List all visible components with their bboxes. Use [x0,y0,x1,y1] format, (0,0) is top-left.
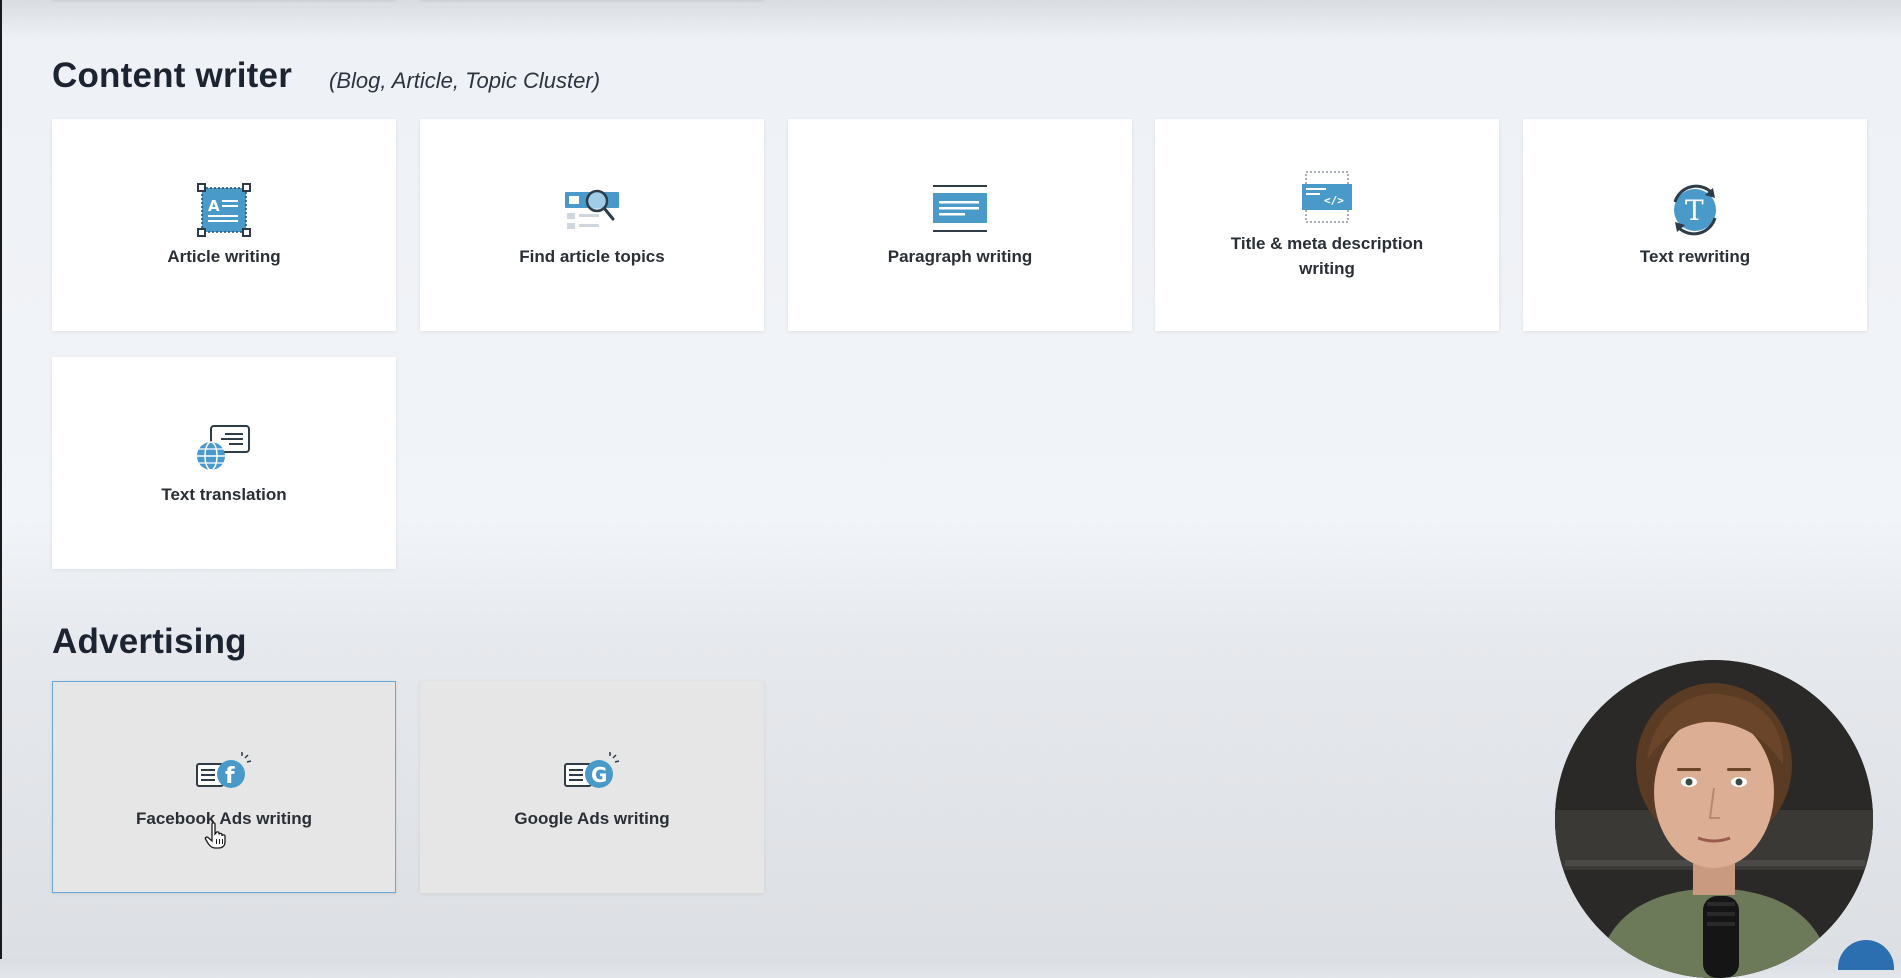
svg-text:f: f [225,764,235,789]
card-label: Paragraph writing [887,246,1033,266]
previous-card-edge [420,0,764,2]
card-label: Title & meta description writing [1230,234,1424,278]
chat-widget-button[interactable] [1838,940,1894,970]
card-article-writing[interactable]: A Article writing [52,119,396,331]
card-text-translation[interactable]: Text translation [52,357,396,569]
find-topics-icon [562,182,622,238]
card-facebook-ads-writing[interactable]: f Facebook Ads writing [52,681,396,893]
section-subtitle: (Blog, Article, Topic Cluster) [329,68,601,93]
card-label: Text translation [161,484,287,504]
facebook-ads-icon: f [194,744,254,800]
card-paragraph-writing[interactable]: Paragraph writing [788,119,1132,331]
article-writing-icon: A [194,182,254,238]
svg-text:G: G [591,763,607,787]
card-text-rewriting[interactable]: T Text rewriting [1523,119,1867,331]
card-title-meta-writing[interactable]: </> Title & meta description writing [1155,119,1499,331]
previous-card-edge [52,0,396,2]
text-rewriting-icon: T [1665,182,1725,238]
presenter-webcam [1555,660,1873,978]
svg-text:</>: </> [1324,194,1344,207]
card-label: Text rewriting [1639,246,1751,266]
card-google-ads-writing[interactable]: G Google Ads writing [420,681,764,893]
title-meta-icon: </> [1297,169,1357,225]
hand-cursor-icon [204,822,228,850]
card-label: Article writing [167,246,281,266]
card-label: Find article topics [519,246,665,266]
section-title-content-writer: Content writer [52,56,293,95]
svg-text:T: T [1685,194,1704,227]
window-edge [0,0,2,959]
svg-text:A: A [208,197,220,215]
google-ads-icon: G [562,744,622,800]
translation-icon [194,420,254,476]
card-label: Google Ads writing [514,808,670,828]
card-find-article-topics[interactable]: Find article topics [420,119,764,331]
paragraph-icon [930,182,990,238]
section-title-advertising: Advertising [52,622,247,661]
